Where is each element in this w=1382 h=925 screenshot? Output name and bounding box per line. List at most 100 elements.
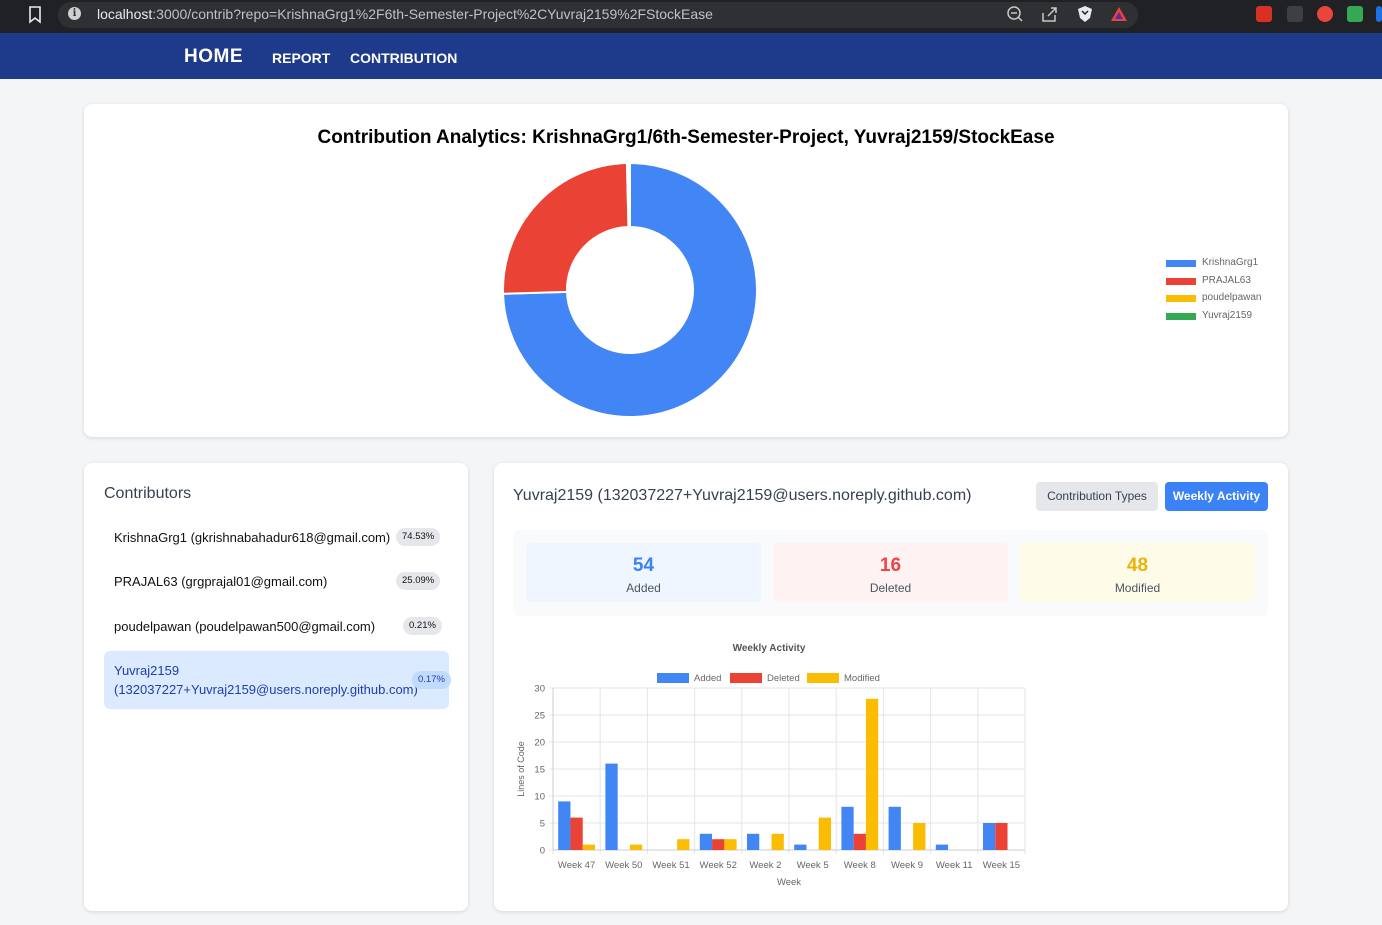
- nav-contribution-link[interactable]: CONTRIBUTION: [350, 50, 457, 66]
- bar-added[interactable]: [935, 844, 949, 850]
- bar-deleted[interactable]: [995, 823, 1008, 850]
- legend-swatch-deleted: [730, 673, 762, 683]
- bar-added[interactable]: [746, 833, 760, 850]
- contribution-percent-badge: 74.53%: [396, 528, 441, 546]
- legend-label-deleted[interactable]: Deleted: [767, 673, 800, 684]
- legend-swatch-added: [657, 673, 689, 683]
- bar-modified[interactable]: [582, 844, 596, 850]
- doughnut-slice-yuvraj2159[interactable]: [627, 161, 631, 229]
- legend-label: KrishnaGrg1: [1202, 257, 1259, 268]
- bar-modified[interactable]: [865, 698, 879, 850]
- chart-title: Weekly Activity: [733, 643, 806, 654]
- site-info-icon[interactable]: i: [68, 7, 81, 20]
- legend-swatch: [1166, 312, 1196, 320]
- weekly-activity-button[interactable]: Weekly Activity: [1165, 482, 1268, 511]
- bar-deleted[interactable]: [570, 817, 583, 850]
- deleted-count: 16: [879, 555, 902, 576]
- legend-swatch-modified: [807, 673, 839, 683]
- x-tick-label: Week 51: [652, 860, 689, 871]
- bar-added[interactable]: [982, 823, 996, 850]
- doughnut-slice-prajal63[interactable]: [502, 162, 630, 295]
- extension-icon[interactable]: [1317, 6, 1333, 22]
- nav-report-link[interactable]: REPORT: [272, 50, 330, 66]
- contributor-item[interactable]: poudelpawan (poudelpawan500@gmail.com) 0…: [104, 611, 449, 641]
- x-tick-label: Week 8: [844, 860, 876, 871]
- weekly-activity-bar-chart: Weekly Activity Added Deleted Modified 0 5 10 1…: [516, 643, 1026, 888]
- url-text[interactable]: localhost:3000/contrib?repo=KrishnaGrg1%…: [97, 6, 713, 22]
- extension-icon[interactable]: [1287, 6, 1303, 22]
- added-stat: 54 Added: [526, 543, 761, 602]
- bar-added[interactable]: [888, 806, 901, 850]
- legend-swatch: [1166, 295, 1196, 302]
- brave-shield-icon[interactable]: [1075, 5, 1095, 23]
- legend-label-modified[interactable]: Modified: [844, 673, 880, 684]
- y-tick-label: 5: [540, 819, 545, 830]
- deleted-label: Deleted: [869, 581, 912, 595]
- extension-icon[interactable]: [1256, 6, 1272, 22]
- bar-added[interactable]: [558, 801, 571, 850]
- legend-label-added[interactable]: Added: [694, 673, 721, 684]
- zoom-icon[interactable]: [1005, 5, 1025, 23]
- contributor-name: poudelpawan (poudelpawan500@gmail.com): [114, 619, 376, 634]
- bar-deleted[interactable]: [853, 833, 866, 850]
- contributor-item[interactable]: PRAJAL63 (grgprajal01@gmail.com) 25.09%: [104, 566, 449, 596]
- y-tick-label: 15: [534, 765, 545, 776]
- x-tick-label: Week 47: [558, 860, 595, 871]
- legend-swatch: [1166, 277, 1196, 285]
- nav-home-link[interactable]: HOME: [184, 46, 243, 68]
- share-icon[interactable]: [1040, 5, 1060, 23]
- contributor-item[interactable]: KrishnaGrg1 (gkrishnabahadur618@gmail.co…: [104, 522, 449, 552]
- extension-icon[interactable]: [1376, 6, 1382, 22]
- contribution-percent-badge: 0.17%: [412, 671, 451, 689]
- contributors-card: Contributors KrishnaGrg1 (gkrishnabahadu…: [84, 463, 468, 911]
- contributor-detail-card: Yuvraj2159 (132037227+Yuvraj2159@users.n…: [494, 463, 1288, 911]
- legend-label: PRAJAL63: [1202, 274, 1251, 286]
- contributor-item-selected[interactable]: Yuvraj2159 (132037227+Yuvraj2159@users.n…: [104, 651, 451, 709]
- contributor-name: PRAJAL63 (grgprajal01@gmail.com): [114, 574, 328, 589]
- y-tick-label: 25: [534, 711, 545, 722]
- x-axis-label: Week: [777, 877, 801, 888]
- bar-modified[interactable]: [629, 844, 643, 850]
- y-tick-label: 0: [540, 846, 545, 857]
- page-title: Contribution Analytics: KrishnaGrg1/6th-…: [317, 127, 1055, 148]
- extension-icon[interactable]: [1347, 6, 1363, 22]
- contribution-percent-badge: 0.21%: [403, 617, 442, 635]
- x-tick-label: Week 11: [936, 860, 973, 871]
- y-tick-label: 30: [534, 684, 545, 695]
- overview-card: Contribution Analytics: KrishnaGrg1/6th-…: [84, 104, 1288, 437]
- modified-stat: 48 Modified: [1020, 543, 1255, 602]
- deleted-stat: 16 Deleted: [773, 543, 1008, 602]
- brave-rewards-icon[interactable]: [1109, 5, 1129, 23]
- bar-added[interactable]: [841, 806, 854, 850]
- legend-label: Yuvraj2159: [1202, 309, 1253, 321]
- bar-deleted[interactable]: [712, 839, 725, 850]
- y-axis-label: Lines of Code: [516, 741, 526, 797]
- bookmark-icon[interactable]: [28, 6, 42, 24]
- contributors-heading: Contributors: [104, 485, 192, 502]
- y-tick-label: 20: [534, 738, 545, 749]
- x-tick-label: Week 5: [797, 860, 829, 871]
- x-tick-label: Week 15: [983, 860, 1020, 871]
- contribution-types-button[interactable]: Contribution Types: [1036, 482, 1158, 511]
- bar-modified[interactable]: [818, 817, 832, 850]
- modified-label: Modified: [1114, 581, 1161, 595]
- contributor-name: Yuvraj2159 (132037227+Yuvraj2159@users.n…: [114, 661, 418, 699]
- bar-modified[interactable]: [724, 839, 737, 850]
- contribution-doughnut-chart: [502, 161, 758, 418]
- x-tick-label: Week 52: [700, 860, 737, 871]
- contributor-username: Yuvraj2159: [114, 663, 180, 678]
- x-tick-label: Week 50: [605, 860, 642, 871]
- bar-modified[interactable]: [677, 839, 690, 850]
- legend-label: poudelpawan: [1202, 292, 1262, 303]
- bar-modified[interactable]: [913, 823, 926, 850]
- stats-summary: 54 Added 16 Deleted 48 Modified: [513, 530, 1268, 616]
- added-label: Added: [626, 581, 661, 595]
- x-tick-label: Week 9: [891, 860, 923, 871]
- contributor-email: (132037227+Yuvraj2159@users.noreply.gith…: [114, 682, 418, 697]
- bar-added[interactable]: [699, 833, 713, 850]
- bar-added[interactable]: [605, 763, 618, 850]
- bar-modified[interactable]: [771, 833, 784, 850]
- x-tick-label: Week 2: [749, 860, 781, 871]
- browser-toolbar: i localhost:3000/contrib?repo=KrishnaGrg…: [0, 0, 1382, 33]
- bar-added[interactable]: [794, 844, 807, 850]
